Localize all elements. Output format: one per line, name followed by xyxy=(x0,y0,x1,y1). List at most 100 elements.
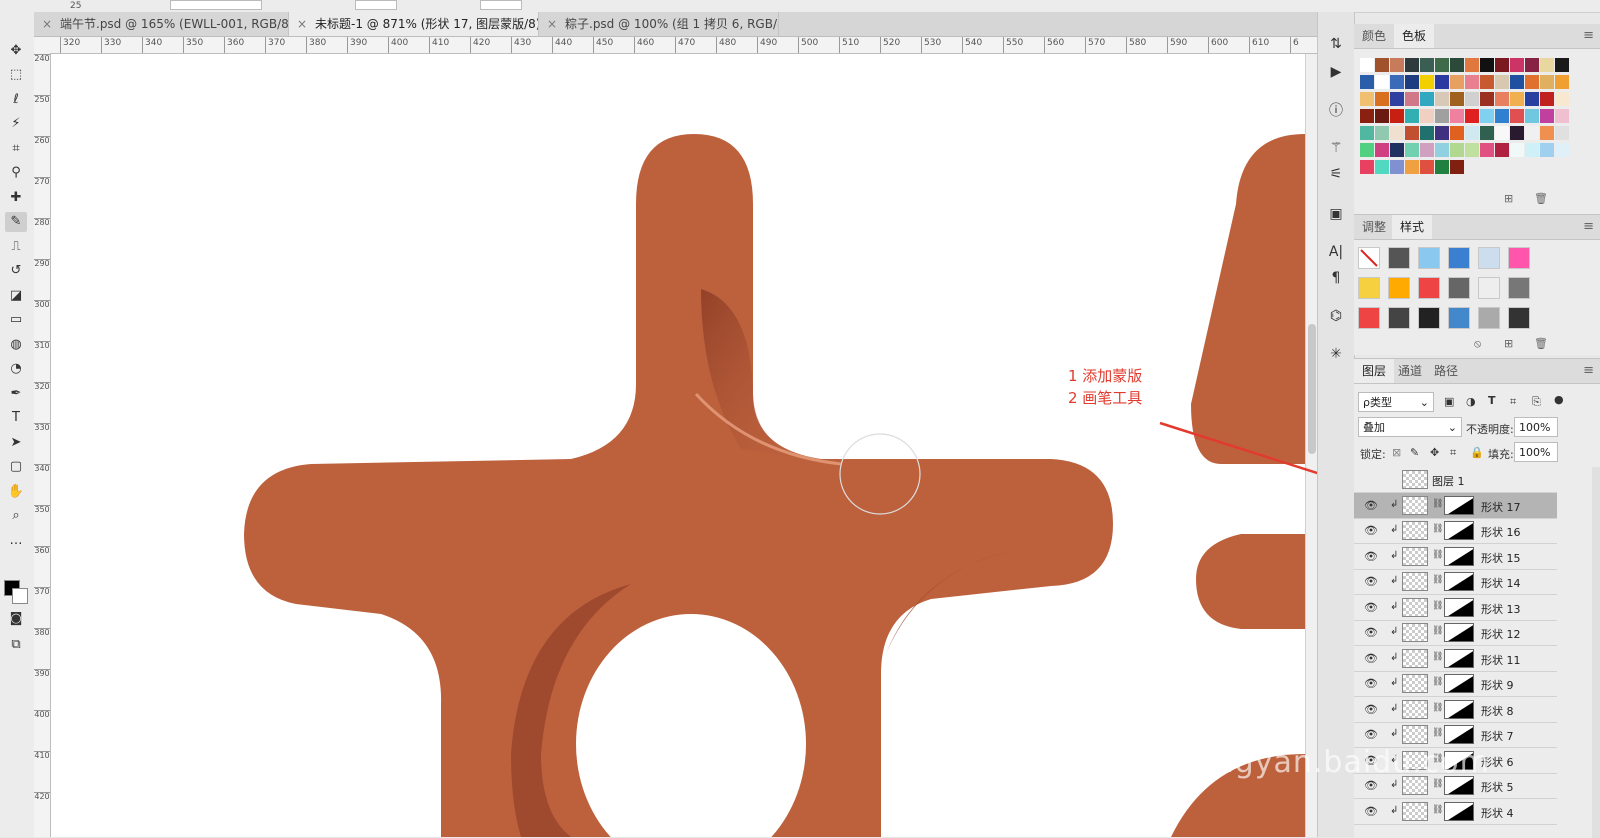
layer-thumbnail[interactable] xyxy=(1402,597,1428,617)
color-swatch[interactable] xyxy=(1420,126,1434,140)
filter-shape-icon[interactable]: ⌗ xyxy=(1510,395,1516,409)
history-brush-tool-icon[interactable]: ↺ xyxy=(5,261,27,281)
color-swatch[interactable] xyxy=(1555,109,1569,123)
layer-thumbnail[interactable] xyxy=(1402,572,1428,591)
color-swatch[interactable] xyxy=(1525,126,1539,140)
color-swatch[interactable] xyxy=(1435,58,1449,72)
link-icon[interactable]: ⛓ xyxy=(1432,575,1443,585)
glyphs-icon[interactable]: ⌬ xyxy=(1326,306,1346,326)
color-swatch[interactable] xyxy=(1540,75,1554,89)
color-swatch[interactable] xyxy=(1510,143,1524,157)
eye-icon[interactable]: 👁 xyxy=(1364,677,1378,690)
filter-type-icon[interactable]: T xyxy=(1488,394,1496,407)
color-swatch[interactable] xyxy=(1390,126,1404,140)
color-swatch[interactable] xyxy=(1450,126,1464,140)
zoom-tool-icon[interactable]: ⌕ xyxy=(5,506,27,526)
tab-duanwu[interactable]: × 端午节.psd @ 165% (EWLL-001, RGB/8) * xyxy=(34,12,289,36)
layer-row[interactable]: 👁 ↲ ⛓ 形状 12 xyxy=(1354,620,1557,646)
layer-name[interactable]: 形状 13 xyxy=(1481,601,1521,617)
layer-filter-select[interactable]: ρ类型 ⌄ xyxy=(1358,392,1434,412)
link-icon[interactable]: ⛓ xyxy=(1432,779,1443,789)
color-swatch[interactable] xyxy=(1375,160,1389,174)
layer-mask-thumbnail[interactable] xyxy=(1444,597,1474,617)
folder-icon[interactable]: ▣ xyxy=(1326,204,1346,224)
color-swatch[interactable] xyxy=(1360,58,1374,72)
layer-name[interactable]: 形状 12 xyxy=(1481,626,1521,642)
color-swatch[interactable] xyxy=(1540,58,1554,72)
layer-thumbnail[interactable] xyxy=(1402,495,1428,515)
eyedropper-tool-icon[interactable]: ⚲ xyxy=(5,163,27,183)
layer-row[interactable]: 👁 ↲ ⛓ 形状 11 xyxy=(1354,646,1557,672)
filter-toggle-icon[interactable]: ● xyxy=(1554,393,1564,406)
fill-input[interactable]: 100% xyxy=(1514,442,1558,462)
filter-image-icon[interactable]: ▣ xyxy=(1444,395,1454,408)
color-swatch[interactable] xyxy=(1525,58,1539,72)
layer-mask-thumbnail[interactable] xyxy=(1444,623,1474,642)
link-icon[interactable]: ⛓ xyxy=(1432,601,1443,611)
layer-row[interactable]: 👁 ↲ ⛓ 形状 17 xyxy=(1354,492,1557,519)
style-preset[interactable] xyxy=(1388,247,1410,269)
layer-row[interactable]: 👁 ↲ ⛓ 形状 9 xyxy=(1354,671,1557,697)
eye-icon[interactable]: 👁 xyxy=(1364,601,1378,614)
color-swatch[interactable] xyxy=(1510,58,1524,72)
eye-icon[interactable]: 👁 xyxy=(1364,550,1378,563)
eye-icon[interactable]: 👁 xyxy=(1364,499,1378,512)
color-swatch[interactable] xyxy=(1480,92,1494,106)
character-icon[interactable]: A| xyxy=(1326,242,1346,262)
gradient-tool-icon[interactable]: ▭ xyxy=(5,310,27,330)
lasso-tool-icon[interactable]: ℓ xyxy=(5,89,27,109)
path-select-tool-icon[interactable]: ➤ xyxy=(5,432,27,452)
layer-name[interactable]: 形状 4 xyxy=(1481,805,1514,821)
marquee-tool-icon[interactable]: ⬚ xyxy=(5,65,27,85)
color-swatch[interactable] xyxy=(1375,58,1389,72)
color-swatch[interactable] xyxy=(1510,75,1524,89)
panel-menu-icon[interactable]: ≡ xyxy=(1583,219,1594,234)
color-swatch[interactable] xyxy=(1375,75,1389,89)
color-swatch[interactable] xyxy=(1420,109,1434,123)
color-swatch[interactable] xyxy=(1465,126,1479,140)
color-swatch[interactable] xyxy=(1420,58,1434,72)
color-swatch[interactable] xyxy=(1540,143,1554,157)
color-swatch[interactable] xyxy=(1375,126,1389,140)
quick-mask-icon[interactable]: ◙ xyxy=(5,608,27,628)
layer-mask-thumbnail[interactable] xyxy=(1444,521,1474,540)
color-swatch[interactable] xyxy=(1555,58,1569,72)
color-swatch[interactable] xyxy=(1435,109,1449,123)
color-swatch[interactable] xyxy=(1420,75,1434,89)
brush-tool-icon[interactable]: ✎ xyxy=(5,211,27,232)
color-swatch[interactable] xyxy=(1450,75,1464,89)
tab-paths[interactable]: 路径 xyxy=(1426,359,1466,383)
style-preset[interactable] xyxy=(1478,247,1500,269)
close-icon[interactable]: × xyxy=(297,12,309,36)
rectangle-tool-icon[interactable]: ▢ xyxy=(5,457,27,477)
color-swatch[interactable] xyxy=(1555,126,1569,140)
tab-channels[interactable]: 通道 xyxy=(1390,359,1430,383)
color-swatch[interactable] xyxy=(1480,126,1494,140)
color-swatch[interactable] xyxy=(1375,92,1389,106)
tab-untitled-1[interactable]: × 未标题-1 @ 871% (形状 17, 图层蒙版/8) * xyxy=(289,12,539,36)
color-swatch[interactable] xyxy=(1495,58,1509,72)
color-swatch[interactable] xyxy=(1525,75,1539,89)
eye-icon[interactable]: 👁 xyxy=(1364,703,1378,716)
color-swatch[interactable] xyxy=(1555,143,1569,157)
color-swatch[interactable] xyxy=(1495,92,1509,106)
layer-name[interactable]: 形状 14 xyxy=(1481,575,1521,591)
layer-name[interactable]: 形状 11 xyxy=(1481,652,1521,668)
eraser-tool-icon[interactable]: ◪ xyxy=(5,285,27,305)
layer-mask-thumbnail[interactable] xyxy=(1444,801,1474,821)
eye-icon[interactable]: 👁 xyxy=(1364,575,1378,588)
healing-tool-icon[interactable]: ✚ xyxy=(5,187,27,207)
brush-size-value[interactable]: 25 xyxy=(70,1,81,11)
color-swatch[interactable] xyxy=(1495,109,1509,123)
options-dropdown[interactable] xyxy=(170,0,262,10)
color-swatch[interactable] xyxy=(1390,109,1404,123)
color-swatch[interactable] xyxy=(1495,75,1509,89)
color-swatch[interactable] xyxy=(1390,75,1404,89)
hand-tool-icon[interactable]: ✋ xyxy=(5,481,27,501)
color-swatch[interactable] xyxy=(1435,160,1449,174)
color-swatch[interactable] xyxy=(1360,143,1374,157)
link-icon[interactable]: ⛓ xyxy=(1432,626,1443,636)
document-canvas[interactable] xyxy=(51,54,1305,837)
color-swatch[interactable] xyxy=(1555,75,1569,89)
dodge-tool-icon[interactable]: ◔ xyxy=(5,359,27,379)
